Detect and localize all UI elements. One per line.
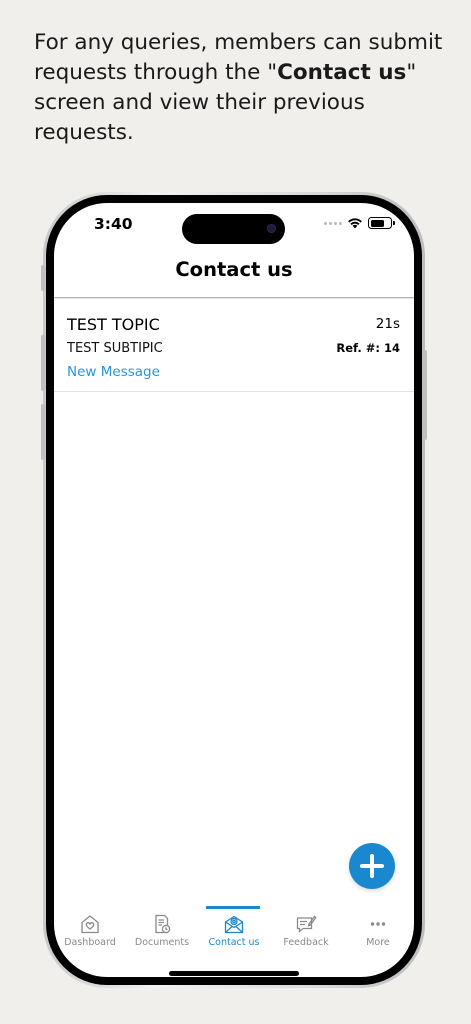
phone-power-button [423,350,427,440]
tab-documents[interactable]: Documents [126,910,198,958]
request-time: 21s [375,316,400,332]
more-dots-icon [370,922,386,926]
bottom-tab-bar: Dashboard Documents Contact us Feedback … [54,910,414,958]
document-icon [155,914,171,934]
tab-feedback[interactable]: Feedback [270,910,342,958]
dynamic-island [182,214,285,244]
tab-label: Contact us [208,937,260,948]
tab-more[interactable]: More [342,910,414,958]
plus-icon [360,854,384,878]
tab-label: More [366,937,390,948]
phone-volume-down-button [41,404,45,460]
request-list-item[interactable]: TEST TOPIC 21s TEST SUBTIPIC Ref. #: 14 … [54,299,414,392]
page-title: Contact us [175,258,293,281]
request-reference: Ref. #: 14 [336,341,400,355]
tab-label: Feedback [283,937,329,948]
request-subtopic: TEST SUBTIPIC [67,341,163,356]
status-time: 3:40 [94,215,133,233]
list-divider [54,391,414,392]
caption-text-bold: Contact us [277,60,407,85]
phone-screen: 3:40 Contact us TEST TOPIC 21s TEST SUBT… [54,203,414,977]
add-request-button[interactable] [349,843,395,889]
phone-volume-up-button [41,335,45,391]
home-heart-icon [81,915,99,934]
home-indicator[interactable] [169,971,299,976]
battery-icon [368,217,395,229]
tab-contact-us[interactable]: Contact us [198,910,270,958]
camera-icon [267,224,276,233]
signal-icon [324,221,342,225]
phone-action-button [41,265,45,291]
active-tab-indicator [206,906,260,909]
status-icons [324,217,395,229]
feedback-icon [296,915,317,933]
request-topic: TEST TOPIC [67,315,160,334]
tab-dashboard[interactable]: Dashboard [54,910,126,958]
promo-caption: For any queries, members can submit requ… [34,28,454,148]
mail-at-icon [224,915,244,934]
wifi-icon [348,218,362,229]
request-status-link[interactable]: New Message [67,364,160,380]
tab-label: Documents [134,937,190,948]
tab-label: Dashboard [64,937,116,948]
